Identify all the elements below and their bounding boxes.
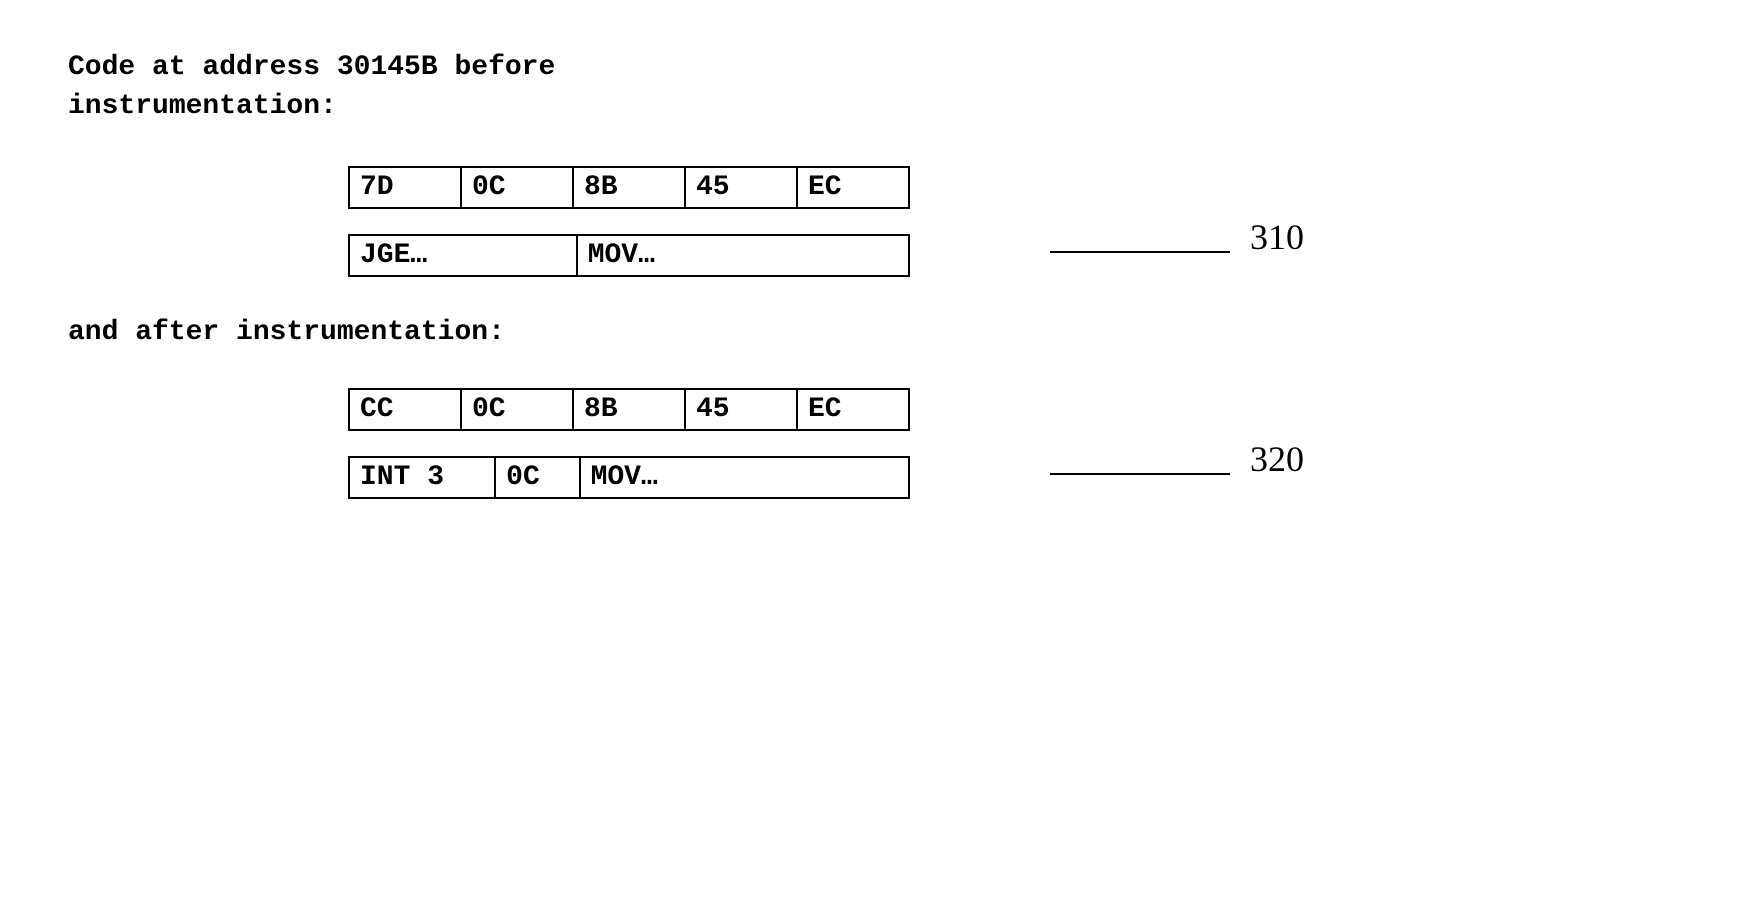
after-byte-table: CC 0C 8B 45 EC [348,388,910,431]
asm-cell: INT 3 [349,457,495,498]
ref-line-icon [1050,251,1230,253]
before-section: 7D 0C 8B 45 EC JGE… MOV… 310 [68,166,1696,277]
ref-number: 320 [1230,438,1304,480]
before-byte-table: 7D 0C 8B 45 EC [348,166,910,209]
byte-cell: 0C [461,167,573,208]
asm-cell: 0C [495,457,579,498]
byte-cell: 8B [573,167,685,208]
before-asm-table: JGE… MOV… [348,234,910,277]
byte-cell: 7D [349,167,461,208]
ref-after: 320 [1050,438,1304,480]
subtitle: and after instrumentation: [68,317,505,348]
title-after: and after instrumentation: [68,317,1696,348]
byte-cell: EC [797,167,909,208]
asm-cell: MOV… [577,235,909,276]
after-tables: CC 0C 8B 45 EC INT 3 0C MOV… [348,388,910,499]
title-before: Code at address 30145B before instrument… [68,48,1696,126]
byte-cell: 8B [573,389,685,430]
asm-cell: JGE… [349,235,577,276]
title-line-2: instrumentation: [68,91,337,122]
byte-cell: EC [797,389,909,430]
after-section: CC 0C 8B 45 EC INT 3 0C MOV… 320 [68,388,1696,499]
byte-cell: 0C [461,389,573,430]
ref-line-icon [1050,473,1230,475]
ref-number: 310 [1230,216,1304,258]
title-line-1: Code at address 30145B before [68,52,555,83]
ref-before: 310 [1050,216,1304,258]
byte-cell: 45 [685,167,797,208]
byte-cell: CC [349,389,461,430]
after-asm-table: INT 3 0C MOV… [348,456,910,499]
before-tables: 7D 0C 8B 45 EC JGE… MOV… [348,166,910,277]
byte-cell: 45 [685,389,797,430]
asm-cell: MOV… [580,457,909,498]
